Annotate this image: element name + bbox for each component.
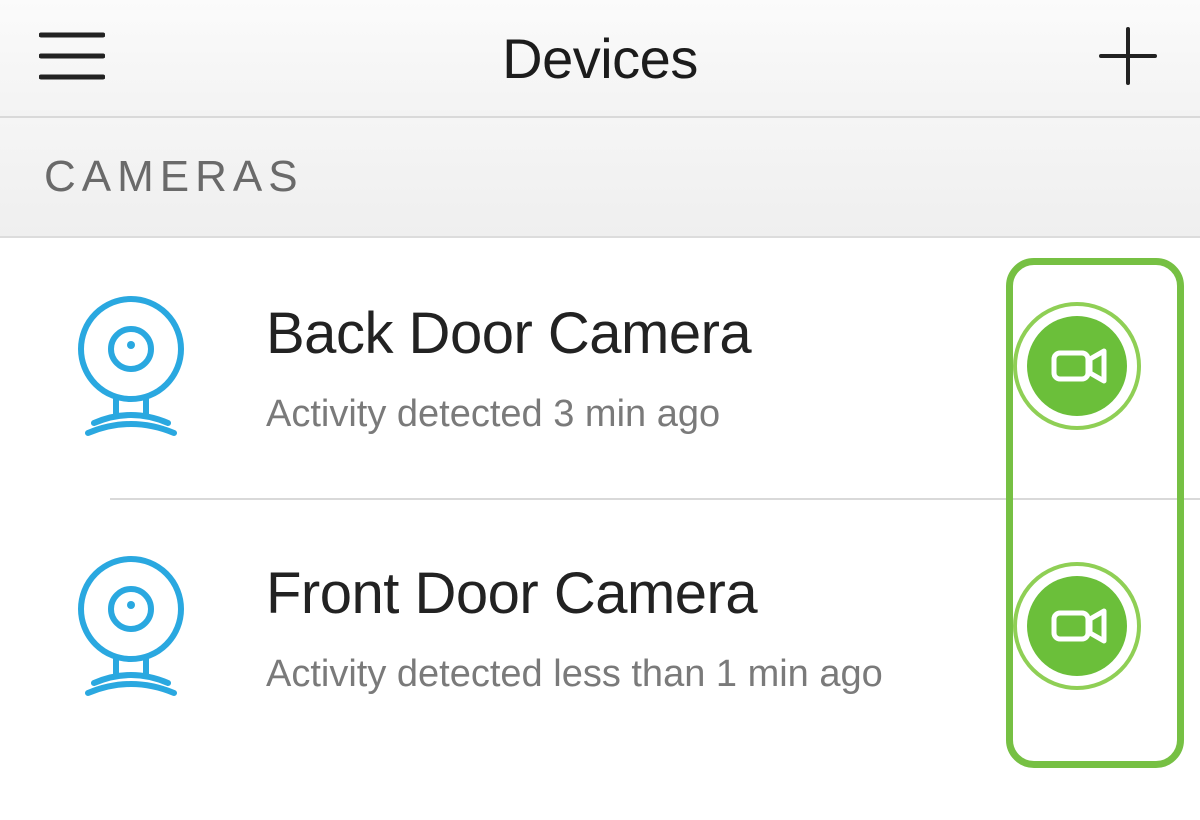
device-thumbnail <box>56 291 206 446</box>
live-view-button[interactable] <box>1012 301 1142 436</box>
section-label: CAMERAS <box>44 152 304 202</box>
device-status: Activity detected 3 min ago <box>266 393 1002 436</box>
device-row[interactable]: Front Door Camera Activity detected less… <box>0 498 1200 758</box>
page-title: Devices <box>502 26 698 91</box>
menu-button[interactable] <box>36 22 108 94</box>
device-list: Back Door Camera Activity detected 3 min… <box>0 238 1200 758</box>
live-view-button[interactable] <box>1012 561 1142 696</box>
camera-device-icon <box>66 551 196 706</box>
navbar: Devices <box>0 0 1200 118</box>
section-header-cameras: CAMERAS <box>0 118 1200 238</box>
hamburger-icon <box>39 31 105 86</box>
device-thumbnail <box>56 551 206 706</box>
device-name: Back Door Camera <box>266 300 1002 367</box>
plus-icon <box>1099 27 1157 90</box>
device-status: Activity detected less than 1 min ago <box>266 653 1002 696</box>
device-name: Front Door Camera <box>266 560 1002 627</box>
video-camera-icon <box>1012 418 1142 435</box>
device-row[interactable]: Back Door Camera Activity detected 3 min… <box>0 238 1200 498</box>
camera-device-icon <box>66 291 196 446</box>
video-camera-icon <box>1012 678 1142 695</box>
add-device-button[interactable] <box>1092 22 1164 94</box>
